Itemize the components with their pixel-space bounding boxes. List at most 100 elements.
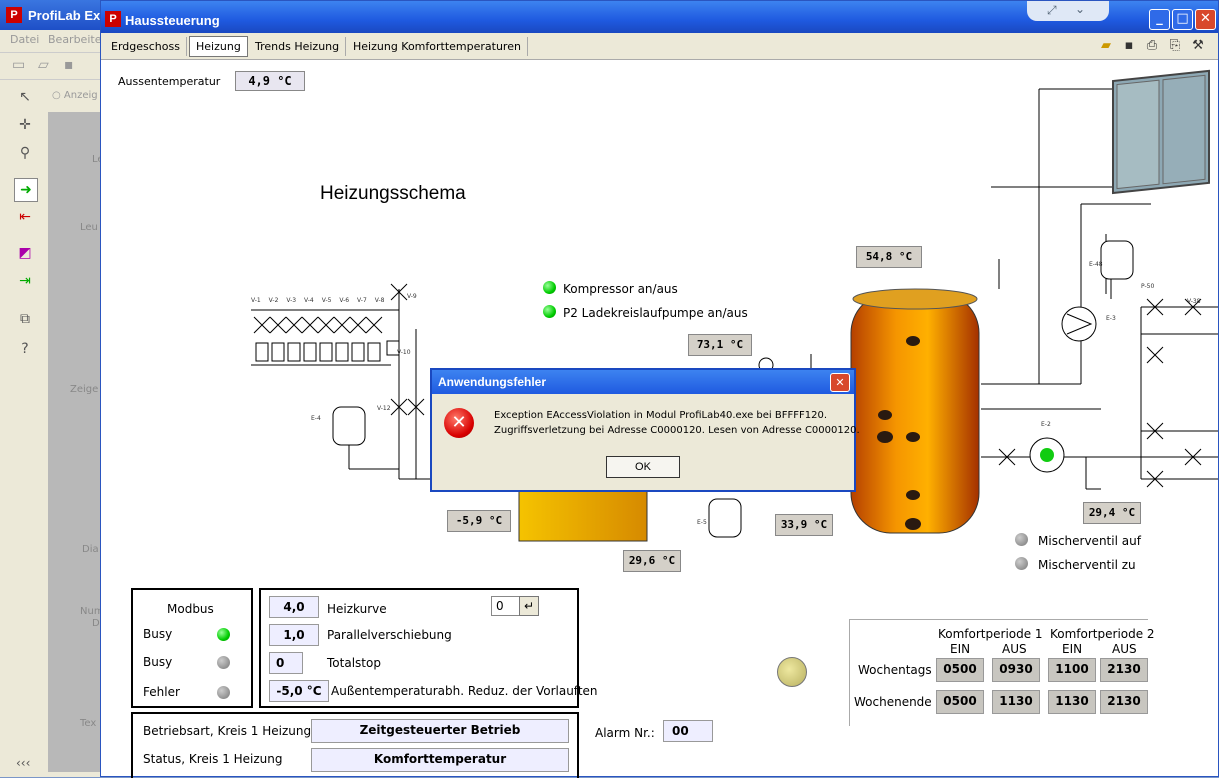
temp-display-flow: 73,1 °C	[688, 334, 752, 356]
help-cursor-icon[interactable]: ?	[14, 338, 36, 360]
maximize-button[interactable]: □	[1172, 9, 1193, 30]
totalstop-input[interactable]: 0	[269, 652, 303, 674]
parallelverschiebung-input[interactable]: 1,0	[269, 624, 319, 646]
minimize-button[interactable]: _	[1149, 9, 1170, 30]
tab-trends-heizung[interactable]: Trends Heizung	[249, 37, 347, 56]
print-preview-icon[interactable]: ⎘	[1167, 38, 1183, 54]
bg-label: D	[92, 618, 100, 629]
heizkurve-input[interactable]: 4,0	[269, 596, 319, 618]
start-arrow-icon[interactable]: ➜	[14, 178, 38, 202]
alarm-label: Alarm Nr.:	[595, 726, 655, 740]
wochentags-p1-aus[interactable]: 0930	[992, 658, 1040, 682]
print-icon[interactable]: ⎙	[1144, 38, 1160, 54]
background-app-title: ProfiLab Ex	[28, 8, 101, 23]
aus-header: AUS	[1002, 642, 1027, 656]
chevron-down-icon[interactable]: ⌄	[1075, 2, 1085, 16]
background-radio-row: ○ Anzeig	[52, 90, 98, 101]
tank-label: E-4	[311, 415, 321, 422]
background-tool-palette: ↖ ✛ ⚲ ➜ ⇤ ◩ ⇥ ⧉ ? ‹‹‹	[0, 82, 48, 772]
valve-label: V-38	[1187, 298, 1201, 305]
wochenende-p1-ein[interactable]: 0500	[936, 690, 984, 714]
aus-header: AUS	[1112, 642, 1137, 656]
modbus-title: Modbus	[167, 602, 214, 616]
betriebsart-value: Zeitgesteuerter Betrieb	[311, 719, 569, 743]
crosshair-tool-icon[interactable]: ✛	[14, 114, 36, 136]
pump-label: E-3	[1106, 315, 1116, 322]
modbus-busy2-led	[217, 656, 230, 669]
open-folder-icon[interactable]: ▰	[1098, 38, 1114, 54]
new-file-icon[interactable]: ▭	[12, 57, 25, 73]
temp-display-tank-top: 54,8 °C	[856, 246, 922, 268]
pin-tool-icon[interactable]: ⇥	[14, 270, 36, 292]
bg-label: Leu	[80, 222, 98, 233]
modbus-fehler-led	[217, 686, 230, 699]
valve-label: P-50	[1141, 283, 1155, 290]
hi-lo-icon[interactable]: ◩	[14, 242, 36, 264]
valve-label: V-10	[397, 349, 411, 356]
save-disk-icon[interactable]: ▪	[1121, 38, 1137, 54]
wochentags-p1-ein[interactable]: 0500	[936, 658, 984, 682]
close-button[interactable]: ✕	[1195, 9, 1216, 30]
dialog-ok-button[interactable]: OK	[606, 456, 680, 478]
menu-datei[interactable]: Datei	[10, 33, 39, 46]
background-app-window: P ProfiLab Ex Datei Bearbeiten ▭ ▱ ▪ ↖ ✛…	[0, 0, 111, 777]
stop-arrow-icon[interactable]: ⇤	[14, 206, 36, 228]
tab-heizung-komforttemperaturen[interactable]: Heizung Komforttemperaturen	[347, 37, 528, 56]
comfort-table: Komfortperiode 1 Komfortperiode 2 EIN AU…	[849, 619, 1155, 726]
tools-icon[interactable]: ⚒	[1190, 38, 1206, 54]
save-disk-icon[interactable]: ▪	[64, 57, 74, 73]
valve-label: V-1	[251, 297, 261, 304]
error-icon: ✕	[444, 408, 474, 438]
error-dialog: Anwendungsfehler ✕ ✕ Exception EAccessVi…	[430, 368, 860, 492]
temp-display-ground: 29,6 °C	[623, 550, 681, 572]
profilab-logo-icon: P	[105, 11, 121, 27]
wochenende-p2-aus[interactable]: 2130	[1100, 690, 1148, 714]
status-value: Komforttemperatur	[311, 748, 569, 772]
parallelverschiebung-label: Parallelverschiebung	[327, 628, 452, 642]
valve-label: V-4	[304, 297, 314, 304]
wochentags-p2-ein[interactable]: 1100	[1048, 658, 1096, 682]
valve-label: V-5	[321, 297, 332, 304]
enter-button[interactable]: ↵	[519, 596, 539, 616]
wochenende-p2-ein[interactable]: 1130	[1048, 690, 1096, 714]
kompressor-label: Kompressor an/aus	[563, 282, 678, 296]
comfort-period2-header: Komfortperiode 2	[1050, 627, 1155, 641]
dialog-message-line1: Exception EAccessViolation in Modul Prof…	[494, 410, 828, 421]
tank-label: E-48	[1089, 261, 1103, 268]
expand-icon[interactable]: ⤢	[1047, 3, 1057, 18]
zoom-tool-icon[interactable]: ⚲	[14, 142, 36, 164]
mischer-zu-label: Mischerventil zu	[1038, 558, 1136, 572]
open-folder-icon[interactable]: ▱	[38, 57, 49, 73]
betriebsart-label: Betriebsart, Kreis 1 Heizung	[143, 724, 312, 738]
pointer-tool-icon[interactable]: ↖	[14, 86, 36, 108]
wochenende-p1-aus[interactable]: 1130	[992, 690, 1040, 714]
gauge-knob-icon[interactable]	[777, 657, 807, 687]
modbus-fehler-label: Fehler	[143, 685, 180, 699]
bg-label: Zeige	[70, 384, 99, 395]
background-menu-bar: Datei Bearbeiten	[0, 30, 110, 50]
mischer-auf-label: Mischerventil auf	[1038, 534, 1141, 548]
ladekreispumpe-led	[543, 305, 556, 318]
valve-label: V-7	[357, 297, 367, 304]
temp-display-return: 33,9 °C	[775, 514, 833, 536]
valve-label: V-9	[407, 293, 417, 300]
wochentags-label: Wochentags	[858, 663, 932, 677]
valve-label: V-2	[268, 297, 279, 304]
temp-display-heating-circuit: 29,4 °C	[1083, 502, 1141, 524]
dialog-title: Anwendungsfehler	[438, 375, 547, 389]
tab-erdgeschoss[interactable]: Erdgeschoss	[105, 37, 187, 56]
tab-heizung[interactable]: Heizung	[189, 36, 248, 57]
ein-header: EIN	[950, 642, 971, 656]
radio-label[interactable]: Anzeig	[64, 90, 98, 101]
window-title-bar: P Haussteuerung ⤢ ⌄ _ □ ✕	[101, 1, 1218, 33]
modbus-busy2-label: Busy	[143, 655, 173, 669]
collapse-panel-button[interactable]: ‹‹‹	[16, 756, 30, 770]
reduzierung-input[interactable]: -5,0 °C	[269, 680, 329, 702]
modbus-panel: Modbus Busy Busy Fehler	[131, 588, 253, 708]
wochentags-p2-aus[interactable]: 2130	[1100, 658, 1148, 682]
mischer-auf-led	[1015, 533, 1028, 546]
window-switch-icon[interactable]: ⧉	[14, 308, 36, 330]
totalstop-label: Totalstop	[327, 656, 381, 670]
dialog-close-button[interactable]: ✕	[830, 373, 850, 392]
wochenende-label: Wochenende	[854, 695, 932, 709]
